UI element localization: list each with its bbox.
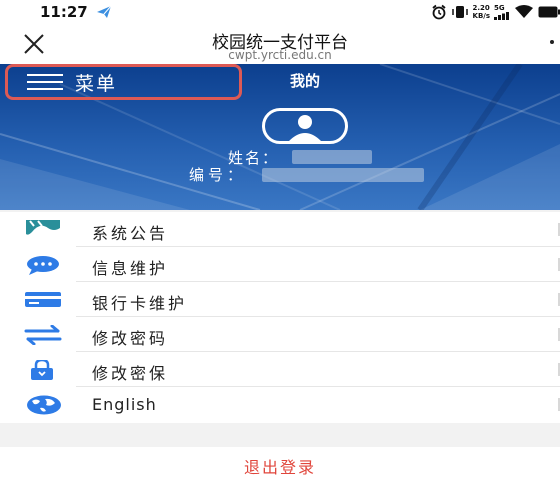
alarm-icon bbox=[431, 4, 446, 20]
network-type: 5G bbox=[494, 4, 505, 12]
logout-label: 退出登录 bbox=[243, 458, 316, 477]
lock-icon bbox=[31, 360, 53, 380]
chat-bubble-icon bbox=[27, 256, 59, 275]
net-speed: 2.20 KB/s bbox=[473, 4, 490, 20]
logout-button[interactable]: 退出登录 bbox=[0, 447, 560, 481]
announcement-icon bbox=[26, 220, 60, 235]
list-item-change-password[interactable]: 修改密码 bbox=[0, 317, 560, 352]
id-value-redacted bbox=[262, 168, 424, 182]
profile-header: 菜单 我的 姓名： 编号： bbox=[0, 64, 560, 210]
menu-button[interactable]: 菜单 bbox=[17, 66, 227, 98]
list-item-label: 修改密码 bbox=[92, 329, 169, 348]
vibrate-icon bbox=[451, 6, 468, 18]
list-item-announcements[interactable]: 系统公告 bbox=[0, 212, 560, 247]
exchange-arrows-icon bbox=[24, 325, 62, 345]
hamburger-icon bbox=[27, 74, 63, 90]
list-item-info[interactable]: 信息维护 bbox=[0, 247, 560, 282]
avatar[interactable] bbox=[262, 108, 348, 144]
list-item-label: 信息维护 bbox=[92, 259, 169, 278]
id-label: 编号： bbox=[189, 166, 247, 184]
list-item-label: 系统公告 bbox=[92, 224, 169, 243]
status-icons: 2.20 KB/s 5G bbox=[431, 2, 560, 22]
title-bar: 校园统一支付平台 cwpt.yrcti.edu.cn bbox=[0, 24, 560, 64]
globe-icon bbox=[27, 395, 61, 415]
header-title: 我的 bbox=[289, 72, 320, 90]
status-bar: 11:27 2.20 KB/s 5G bbox=[0, 0, 560, 24]
list-item-security-question[interactable]: 修改密保 bbox=[0, 352, 560, 387]
name-value-redacted bbox=[292, 150, 372, 164]
user-avatar-icon bbox=[289, 115, 321, 141]
battery-icon bbox=[538, 6, 560, 18]
list-item-label: 银行卡维护 bbox=[92, 294, 188, 313]
bank-card-icon bbox=[25, 292, 61, 307]
list-item-bank-card[interactable]: 银行卡维护 bbox=[0, 282, 560, 317]
net-speed-unit: KB/s bbox=[472, 12, 490, 20]
wifi-icon bbox=[515, 5, 533, 18]
menu-label: 菜单 bbox=[75, 72, 118, 95]
status-time: 11:27 bbox=[40, 3, 88, 21]
list-item-label: English bbox=[92, 395, 157, 414]
list-item-english[interactable]: English bbox=[0, 387, 560, 422]
menu-list: 系统公告 信息维护 银行卡维护 修改密码 修改密保 English bbox=[0, 212, 560, 423]
telegram-icon bbox=[97, 5, 112, 18]
net-speed-value: 2.20 bbox=[472, 4, 490, 12]
page-url: cwpt.yrcti.edu.cn bbox=[228, 48, 332, 62]
more-icon[interactable] bbox=[550, 40, 554, 44]
list-item-label: 修改密保 bbox=[92, 364, 169, 383]
signal-icon: 5G bbox=[494, 4, 510, 20]
